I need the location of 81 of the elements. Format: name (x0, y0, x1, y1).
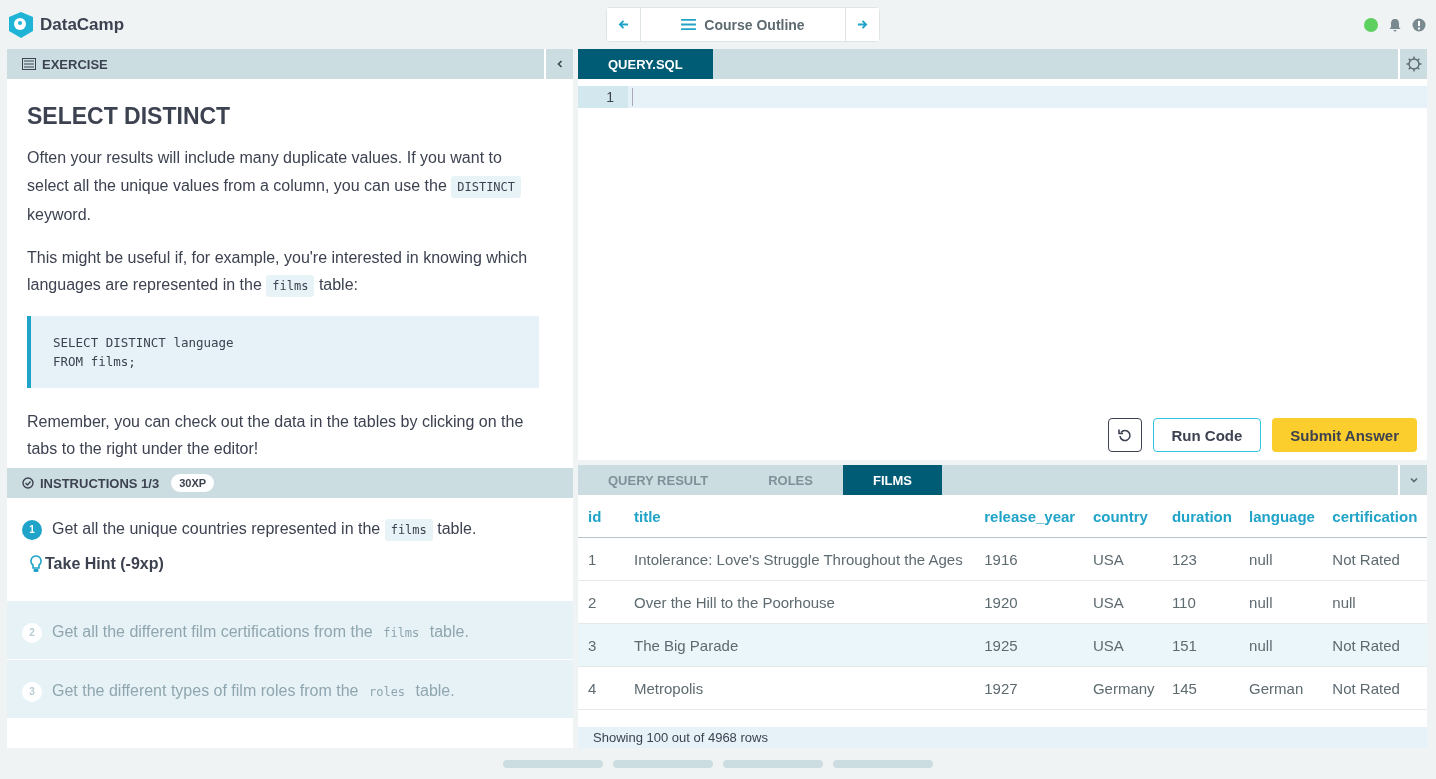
run-code-button[interactable]: Run Code (1152, 418, 1262, 452)
table-cell: 123 (1163, 537, 1242, 581)
table-cell: null (1241, 623, 1325, 667)
table-cell: Not Rated (1324, 537, 1427, 581)
column-header[interactable]: id (578, 495, 626, 538)
arrow-left-icon (618, 19, 629, 30)
table-cell: 1925 (976, 623, 1085, 667)
table-cell: German (1241, 666, 1325, 710)
table-row[interactable]: 3 The Big Parade 1925 USA 151 null Not Rated (578, 623, 1427, 667)
menu-icon (681, 18, 697, 31)
table-cell: null (1241, 580, 1325, 624)
tab[interactable]: QUERY.SQL (578, 49, 713, 79)
row-count: Showing 100 out of 4968 rows (593, 730, 768, 745)
settings-icon (1405, 56, 1422, 72)
scroll-handle[interactable] (723, 760, 823, 768)
table-cell: 2 (578, 580, 626, 624)
chevron-down-icon (1408, 475, 1419, 485)
table-cell: 1920 (976, 580, 1085, 624)
code-line: SELECT DISTINCT language (53, 333, 235, 352)
table-cell: USA (1084, 623, 1164, 667)
scroll-handle[interactable] (613, 760, 713, 768)
column-header[interactable]: certification (1324, 495, 1427, 538)
column-header[interactable]: duration (1163, 495, 1242, 538)
scroll-handle[interactable] (833, 760, 933, 768)
step-number: 2 (22, 622, 42, 643)
app-name[interactable]: DataCamp (40, 14, 125, 35)
table-cell: USA (1084, 537, 1164, 581)
logo-icon (8, 10, 34, 39)
step-text: Get all the different film certifications from the films table. (52, 622, 469, 642)
table-cell: 1927 (976, 666, 1085, 710)
code-line: FROM films; (53, 352, 137, 371)
lightbulb-icon (30, 555, 42, 573)
step-number: 1 (22, 519, 42, 540)
instructions-label: INSTRUCTIONS 1/3 (40, 475, 160, 491)
table-cell: Not Rated (1324, 666, 1427, 710)
table-row[interactable]: 4 Metropolis 1927 Germany 145 German Not Rated (578, 666, 1427, 710)
table-row[interactable]: 2 Over the Hill to the Poorhouse 1920 USA 110 null null (578, 580, 1427, 624)
step-text: Get the different types of film roles from the roles table. (52, 681, 455, 701)
bell-icon[interactable] (1388, 17, 1402, 32)
table-cell: Not Rated (1324, 623, 1427, 667)
table-cell: Germany (1084, 666, 1164, 710)
table-cell: 145 (1163, 666, 1242, 710)
reset-icon (1117, 428, 1132, 442)
step-text: Get all the unique countries represented in the films table. (52, 516, 477, 543)
column-header[interactable]: language (1241, 495, 1325, 538)
table-cell: null (1241, 537, 1325, 581)
table-cell: 3 (578, 623, 626, 667)
paragraph: Remember, you can check out the data in the tables by clicking on the tabs to the right under the editor! (27, 411, 525, 459)
step-number: 3 (22, 681, 42, 702)
text-cursor (632, 88, 633, 106)
line-number: 1 (578, 86, 628, 108)
column-header[interactable]: country (1084, 495, 1164, 538)
table-cell: null (1324, 580, 1427, 624)
take-hint-button[interactable]: Take Hint (-9xp) (30, 555, 164, 573)
tab[interactable]: FILMS (842, 465, 942, 495)
column-header[interactable]: title (626, 495, 977, 538)
table-cell: Intolerance: Love's Struggle Throughout the Ages (626, 537, 977, 581)
reset-button[interactable] (1107, 418, 1142, 452)
table-cell: USA (1084, 580, 1164, 624)
column-header[interactable]: release_year (976, 495, 1085, 538)
paragraph: Often your results will include many duplicate values. If you want to select all the unique values from a column, you can use the DISTINCT keyword. (27, 144, 539, 229)
check-circle-icon (22, 477, 34, 489)
exercise-label: EXERCISE (42, 56, 108, 72)
course-outline-button[interactable]: Course Outline (640, 8, 846, 41)
submit-answer-button[interactable]: Submit Answer (1272, 418, 1417, 452)
paragraph: This might be useful if, for example, you're interested in knowing which languages are represented in the films table: (27, 243, 539, 301)
scroll-handle[interactable] (503, 760, 603, 768)
arrow-right-icon (857, 19, 868, 30)
table-row[interactable]: 1 Intolerance: Love's Struggle Throughout the Ages 1916 USA 123 null Not Rated (578, 537, 1427, 581)
table-cell: 110 (1163, 580, 1242, 624)
table-cell: The Big Parade (626, 623, 977, 667)
table-cell: 151 (1163, 623, 1242, 667)
alert-icon[interactable] (1412, 17, 1426, 32)
table-cell: 1916 (976, 537, 1085, 581)
table-cell: Over the Hill to the Poorhouse (626, 580, 977, 624)
table-cell: Metropolis (626, 666, 977, 710)
exercise-title: SELECT DISTINCT (27, 103, 232, 130)
table-cell: 4 (578, 666, 626, 710)
xp-badge: 30XP (171, 474, 215, 492)
document-icon (22, 57, 36, 71)
table-cell: 1 (578, 537, 626, 581)
